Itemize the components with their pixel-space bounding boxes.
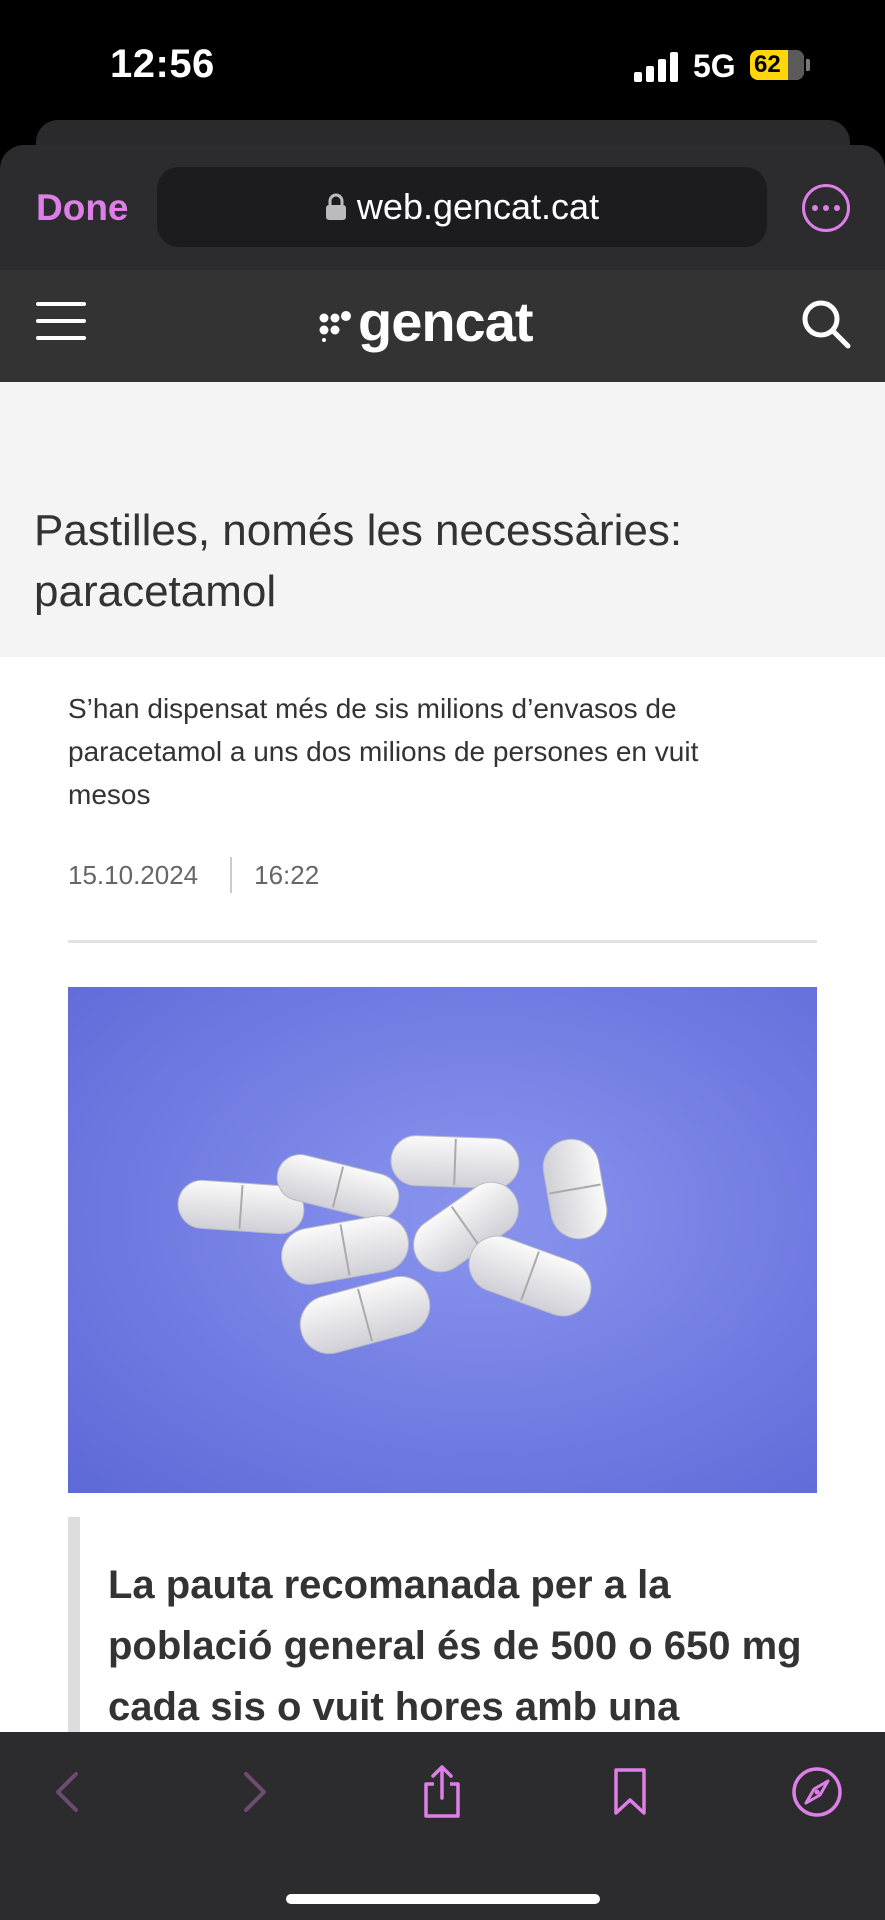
more-options-button[interactable] [802,184,850,232]
article-photo-pills[interactable] [68,987,817,1493]
article-date: 15.10.2024 [68,859,199,890]
forward-icon[interactable] [224,1762,284,1822]
quote-text: La pauta recomanada per a la població ge… [108,1563,802,1729]
status-time: 12:56 [110,42,215,86]
battery-icon: 62 [750,50,804,80]
signal-strength-icon [634,52,678,82]
url-text: web.gencat.cat [356,186,600,227]
status-bar: 12:56 5G 62 [0,0,885,120]
article-lede: S’han dispensat més de sis milions d’env… [68,693,699,810]
meta-separator [230,857,233,893]
logo-text: gencat [358,289,533,353]
search-icon[interactable] [800,298,852,350]
article-meta: 15.10.2024 16:22 [68,857,319,893]
battery-nub [806,59,810,71]
page-title: Pastilles, només les necessàries: parace… [34,506,683,616]
article-content: S’han dispensat més de sis milions d’env… [0,657,885,1732]
gencat-logo-mark [319,311,351,342]
pull-quote: La pauta recomanada per a la població ge… [68,1517,817,1732]
title-block: Pastilles, només les necessàries: parace… [0,382,885,657]
lock-icon [325,193,346,220]
article-time: 16:22 [254,859,320,890]
network-type: 5G [693,48,736,84]
bottom-toolbar [0,1732,885,1920]
browser-top-bar: Done web.gencat.cat [0,145,885,270]
menu-icon[interactable] [36,298,86,344]
site-header: gencat [0,270,885,382]
bookmarks-icon[interactable] [600,1762,660,1822]
back-icon[interactable] [38,1762,98,1822]
done-button[interactable]: Done [36,187,129,229]
share-icon[interactable] [412,1762,472,1822]
battery-level: 62 [754,51,781,78]
gencat-logo[interactable]: gencat [318,286,533,356]
quote-bar [68,1517,80,1732]
divider [68,940,817,943]
home-indicator[interactable] [286,1894,600,1904]
compass-icon[interactable] [787,1762,847,1822]
url-field[interactable]: web.gencat.cat [157,167,767,247]
